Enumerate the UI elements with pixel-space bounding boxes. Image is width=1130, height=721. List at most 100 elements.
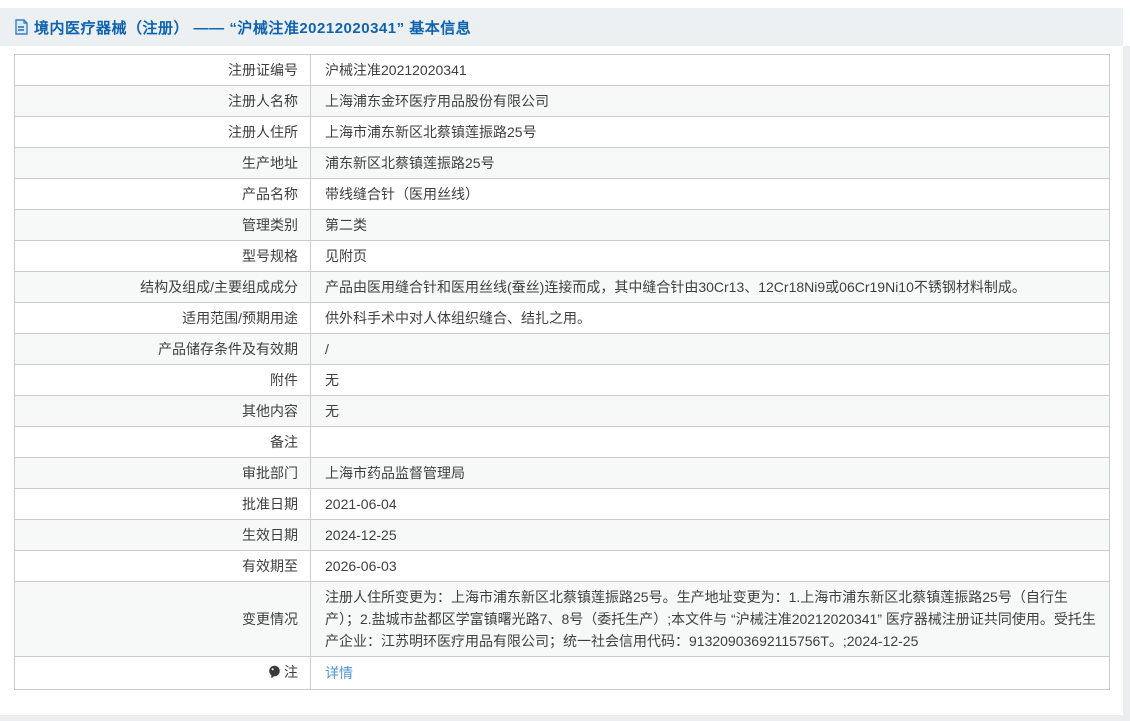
row-label-text: 产品储存条件及有效期 <box>158 341 298 357</box>
row-value-text: 第二类 <box>325 217 367 233</box>
row-label: 审批部门 <box>14 457 311 489</box>
row-label: 型号规格 <box>14 240 311 272</box>
row-value: 详情 <box>310 656 1110 690</box>
row-label-text: 适用范围/预期用途 <box>182 310 298 326</box>
row-value: 见附页 <box>310 240 1110 272</box>
row-value-text: 带线缝合针（医用丝线） <box>325 186 479 202</box>
row-label: 注册人住所 <box>14 116 311 148</box>
table-row: 附件 无 <box>14 364 1110 396</box>
document-icon <box>14 19 28 35</box>
row-value: 上海浦东金环医疗用品股份有限公司 <box>310 85 1110 117</box>
row-label: 产品储存条件及有效期 <box>14 333 311 365</box>
row-label-text: 附件 <box>270 372 298 388</box>
row-label-text: 注 <box>284 664 298 680</box>
row-value-text: 浦东新区北蔡镇莲振路25号 <box>325 155 495 171</box>
page-right-edge <box>1123 46 1130 721</box>
table-row: 结构及组成/主要组成成分 产品由医用缝合针和医用丝线(蚕丝)连接而成，其中缝合针由… <box>14 271 1110 303</box>
table-row: 有效期至 2026-06-03 <box>14 550 1110 582</box>
row-value: 无 <box>310 364 1110 396</box>
comment-icon <box>268 663 281 685</box>
row-value: 带线缝合针（医用丝线） <box>310 178 1110 210</box>
row-label: 生效日期 <box>14 519 311 551</box>
row-label-text: 结构及组成/主要组成成分 <box>140 279 298 295</box>
row-label: 变更情况 <box>14 581 311 657</box>
table-row: 适用范围/预期用途 供外科手术中对人体组织缝合、结扎之用。 <box>14 302 1110 334</box>
row-value-text: 上海市药品监督管理局 <box>325 465 465 481</box>
row-label: 其他内容 <box>14 395 311 427</box>
row-label-text: 管理类别 <box>242 217 298 233</box>
row-label: 生产地址 <box>14 147 311 179</box>
row-label: 注 <box>14 656 311 690</box>
table-row: 审批部门 上海市药品监督管理局 <box>14 457 1110 489</box>
row-value: 上海市药品监督管理局 <box>310 457 1110 489</box>
table-row: 产品储存条件及有效期 / <box>14 333 1110 365</box>
row-value-text: 供外科手术中对人体组织缝合、结扎之用。 <box>325 310 591 326</box>
detail-link[interactable]: 详情 <box>325 665 353 681</box>
row-label: 有效期至 <box>14 550 311 582</box>
row-label-text: 生产地址 <box>242 155 298 171</box>
table-row: 生产地址 浦东新区北蔡镇莲振路25号 <box>14 147 1110 179</box>
row-value: 第二类 <box>310 209 1110 241</box>
row-value: 无 <box>310 395 1110 427</box>
row-label-text: 有效期至 <box>242 558 298 574</box>
row-label-text: 注册人名称 <box>228 93 298 109</box>
row-value: / <box>310 333 1110 365</box>
row-value <box>310 426 1110 458</box>
row-label: 备注 <box>14 426 311 458</box>
row-label-text: 产品名称 <box>242 186 298 202</box>
row-value: 供外科手术中对人体组织缝合、结扎之用。 <box>310 302 1110 334</box>
row-value-text: 无 <box>325 372 339 388</box>
row-label: 结构及组成/主要组成成分 <box>14 271 311 303</box>
row-label-text: 型号规格 <box>242 248 298 264</box>
row-value: 2026-06-03 <box>310 550 1110 582</box>
table-row: 注 详情 <box>14 656 1110 690</box>
row-value: 产品由医用缝合针和医用丝线(蚕丝)连接而成，其中缝合针由30Cr13、12Cr1… <box>310 271 1110 303</box>
row-value: 注册人住所变更为：上海市浦东新区北蔡镇莲振路25号。生产地址变更为：1.上海市浦… <box>310 581 1110 657</box>
page-title: 境内医疗器械（注册） —— “沪械注准20212020341” 基本信息 <box>34 19 472 37</box>
row-value-text: 沪械注准20212020341 <box>325 62 467 78</box>
row-label: 适用范围/预期用途 <box>14 302 311 334</box>
row-label: 批准日期 <box>14 488 311 520</box>
registration-info-table: 注册证编号 沪械注准20212020341 注册人名称 上海浦东金环医疗用品股份有限公… <box>14 54 1110 690</box>
row-value-text: 2021-06-04 <box>325 496 397 512</box>
row-value: 上海市浦东新区北蔡镇莲振路25号 <box>310 116 1110 148</box>
table-row: 注册人名称 上海浦东金环医疗用品股份有限公司 <box>14 85 1110 117</box>
row-label-text: 注册人住所 <box>228 124 298 140</box>
row-label-text: 生效日期 <box>242 527 298 543</box>
row-value-text: 2024-12-25 <box>325 527 397 543</box>
row-label: 管理类别 <box>14 209 311 241</box>
row-value: 2024-12-25 <box>310 519 1110 551</box>
table-row: 管理类别 第二类 <box>14 209 1110 241</box>
table-row: 注册人住所 上海市浦东新区北蔡镇莲振路25号 <box>14 116 1110 148</box>
row-value: 2021-06-04 <box>310 488 1110 520</box>
row-value-text: 无 <box>325 403 339 419</box>
row-label-text: 变更情况 <box>242 611 298 627</box>
row-label-text: 备注 <box>270 434 298 450</box>
row-value-text: 注册人住所变更为：上海市浦东新区北蔡镇莲振路25号。生产地址变更为：1.上海市浦… <box>325 589 1096 649</box>
row-label-text: 其他内容 <box>242 403 298 419</box>
row-label-text: 注册证编号 <box>228 62 298 78</box>
page-title-bar: 境内医疗器械（注册） —— “沪械注准20212020341” 基本信息 <box>0 8 1123 46</box>
row-value-text: 上海市浦东新区北蔡镇莲振路25号 <box>325 124 537 140</box>
table-row: 变更情况 注册人住所变更为：上海市浦东新区北蔡镇莲振路25号。生产地址变更为：1.… <box>14 581 1110 657</box>
table-row: 型号规格 见附页 <box>14 240 1110 272</box>
row-value-text: / <box>325 341 329 357</box>
row-label: 产品名称 <box>14 178 311 210</box>
row-label: 注册人名称 <box>14 85 311 117</box>
page-bottom-edge <box>0 715 1130 721</box>
row-value-text: 见附页 <box>325 248 367 264</box>
table-row: 其他内容 无 <box>14 395 1110 427</box>
table-row: 注册证编号 沪械注准20212020341 <box>14 54 1110 86</box>
row-label: 注册证编号 <box>14 54 311 86</box>
row-label-text: 批准日期 <box>242 496 298 512</box>
row-value-text: 上海浦东金环医疗用品股份有限公司 <box>325 93 549 109</box>
row-label-text: 审批部门 <box>242 465 298 481</box>
row-value: 沪械注准20212020341 <box>310 54 1110 86</box>
row-value-text: 2026-06-03 <box>325 558 397 574</box>
row-value: 浦东新区北蔡镇莲振路25号 <box>310 147 1110 179</box>
row-value-text: 产品由医用缝合针和医用丝线(蚕丝)连接而成，其中缝合针由30Cr13、12Cr1… <box>325 279 1026 295</box>
table-row: 批准日期 2021-06-04 <box>14 488 1110 520</box>
table-row: 生效日期 2024-12-25 <box>14 519 1110 551</box>
table-row: 备注 <box>14 426 1110 458</box>
table-row: 产品名称 带线缝合针（医用丝线） <box>14 178 1110 210</box>
